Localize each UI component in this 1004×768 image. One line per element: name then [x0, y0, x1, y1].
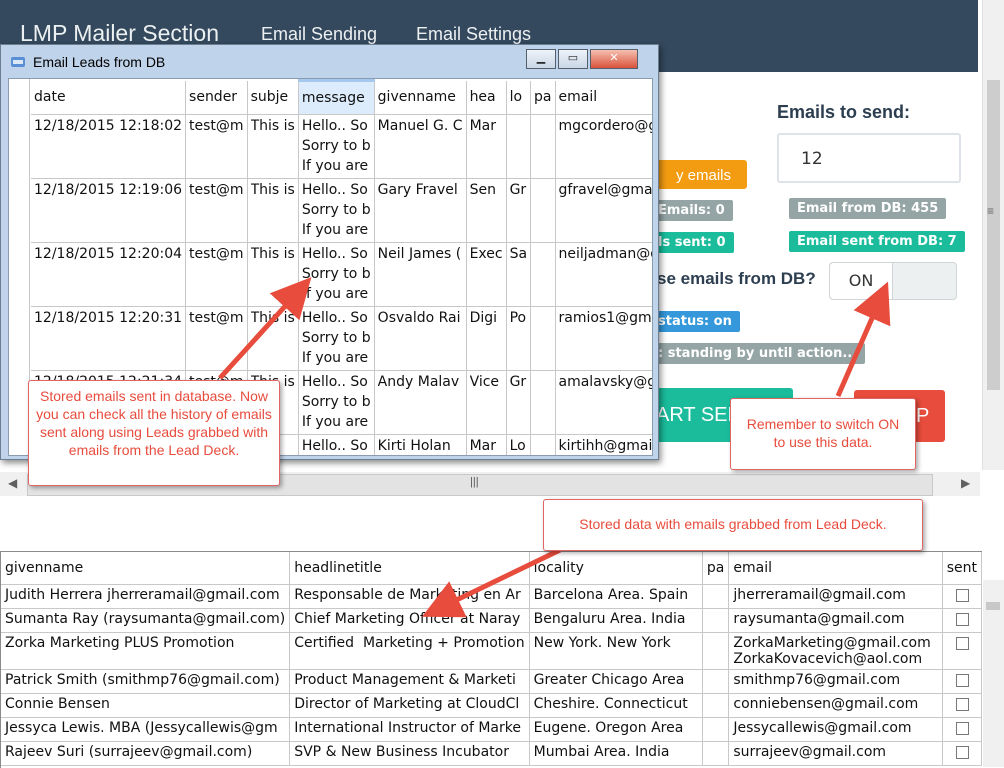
- callout-switch-on: Remember to switch ON to use this data.: [730, 398, 916, 470]
- arrow-to-leads-grid: [218, 277, 312, 380]
- callout-stored-data: Stored data with emails grabbed from Lea…: [543, 499, 923, 551]
- arrow-to-table: [421, 547, 562, 618]
- callout-db-history: Stored emails sent in database. Now you …: [28, 380, 280, 486]
- arrow-to-toggle: [835, 281, 891, 398]
